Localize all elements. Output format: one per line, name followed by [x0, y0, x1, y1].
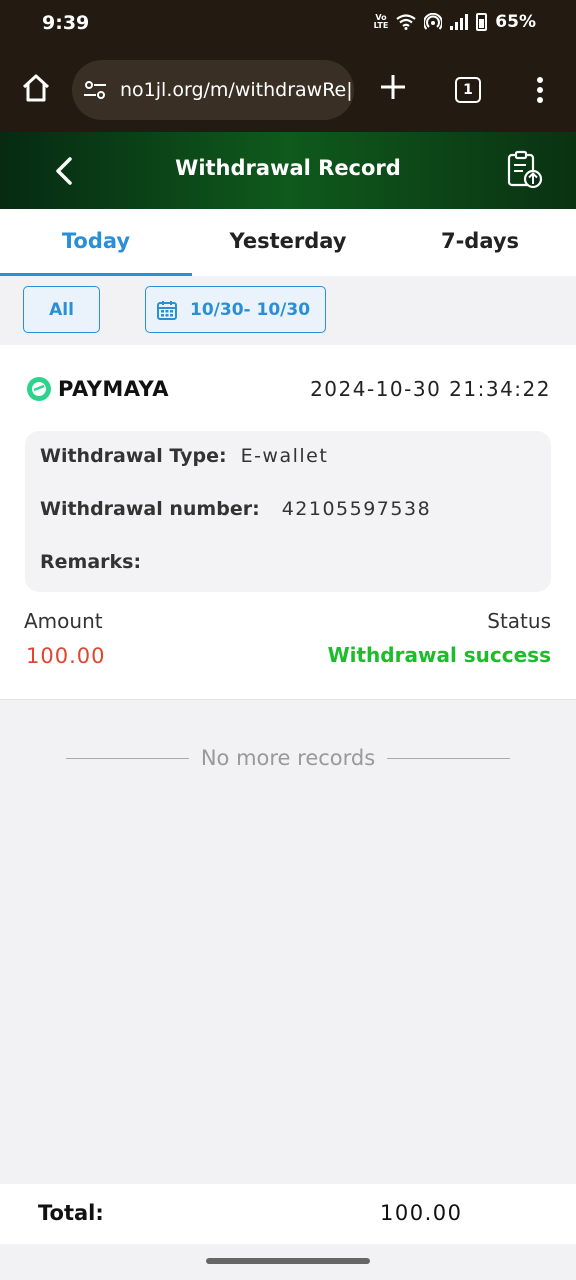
clipboard-upload-icon[interactable] — [506, 150, 544, 190]
total-value: 100.00 — [380, 1201, 463, 1225]
paymaya-logo-icon — [27, 377, 51, 401]
date-range-button[interactable]: 10/30- 10/30 — [145, 286, 326, 333]
payment-method-name: PAYMAYA — [58, 377, 170, 401]
divider — [387, 757, 511, 759]
tab-switcher-button[interactable]: 1 — [455, 77, 481, 103]
withdrawal-type-label: Withdrawal Type: — [40, 445, 227, 467]
status-value: Withdrawal success — [327, 643, 551, 667]
hotspot-icon — [424, 13, 443, 30]
gesture-nav-bar[interactable] — [206, 1258, 370, 1264]
filter-row: All 10/30- 10/30 — [0, 276, 576, 345]
withdrawal-number-row: Withdrawal number: 42105597538 — [40, 498, 431, 520]
battery-icon — [476, 13, 488, 31]
withdrawal-record-card: PAYMAYA 2024-10-30 21:34:22 Withdrawal T… — [0, 345, 576, 700]
end-of-list-indicator: No more records — [66, 744, 511, 772]
period-tabs: Today Yesterday 7-days — [0, 209, 576, 276]
more-options-icon[interactable] — [535, 76, 545, 104]
site-settings-icon[interactable] — [82, 77, 108, 103]
withdrawal-number-label: Withdrawal number: — [40, 498, 260, 520]
record-details: Withdrawal Type: E-wallet Withdrawal numb… — [25, 431, 551, 592]
payment-method: PAYMAYA — [26, 376, 169, 402]
status-time: 9:39 — [42, 12, 90, 34]
tab-7-days[interactable]: 7-days — [384, 209, 576, 276]
system-icons: Vo LTE 65% — [374, 12, 536, 32]
withdrawal-type-value: E-wallet — [240, 445, 329, 467]
record-datetime: 2024-10-30 21:34:22 — [310, 377, 551, 401]
status-bar: 9:39 Vo LTE 65% — [0, 0, 576, 48]
url-text: no1jl.org/m/withdrawRe| — [120, 79, 353, 101]
wifi-icon — [396, 14, 416, 30]
remarks-label: Remarks: — [40, 551, 142, 573]
status-label: Status — [487, 609, 551, 633]
total-footer: Total: 100.00 — [0, 1184, 576, 1244]
calendar-icon — [157, 300, 177, 320]
signal-icon — [450, 14, 469, 30]
divider — [66, 757, 189, 759]
tab-yesterday[interactable]: Yesterday — [192, 209, 384, 276]
no-more-records-text: No more records — [200, 746, 376, 770]
app-header: Withdrawal Record — [0, 132, 576, 209]
withdrawal-type-row: Withdrawal Type: E-wallet — [40, 445, 328, 467]
amount-value: 100.00 — [26, 644, 106, 668]
amount-label: Amount — [24, 609, 103, 633]
battery-percent: 65% — [495, 12, 536, 32]
tab-today[interactable]: Today — [0, 209, 192, 276]
withdrawal-number-value: 42105597538 — [281, 498, 432, 520]
date-range-text: 10/30- 10/30 — [190, 299, 311, 320]
all-filter-button[interactable]: All — [23, 286, 100, 333]
address-bar[interactable]: no1jl.org/m/withdrawRe| — [72, 60, 354, 120]
browser-toolbar: no1jl.org/m/withdrawRe| 1 — [0, 48, 576, 132]
new-tab-icon[interactable] — [378, 72, 408, 102]
home-icon[interactable] — [20, 72, 52, 104]
volte-icon: Vo LTE — [373, 13, 389, 30]
total-label: Total: — [38, 1201, 104, 1225]
remarks-row: Remarks: — [40, 551, 155, 573]
page-title: Withdrawal Record — [175, 156, 401, 180]
